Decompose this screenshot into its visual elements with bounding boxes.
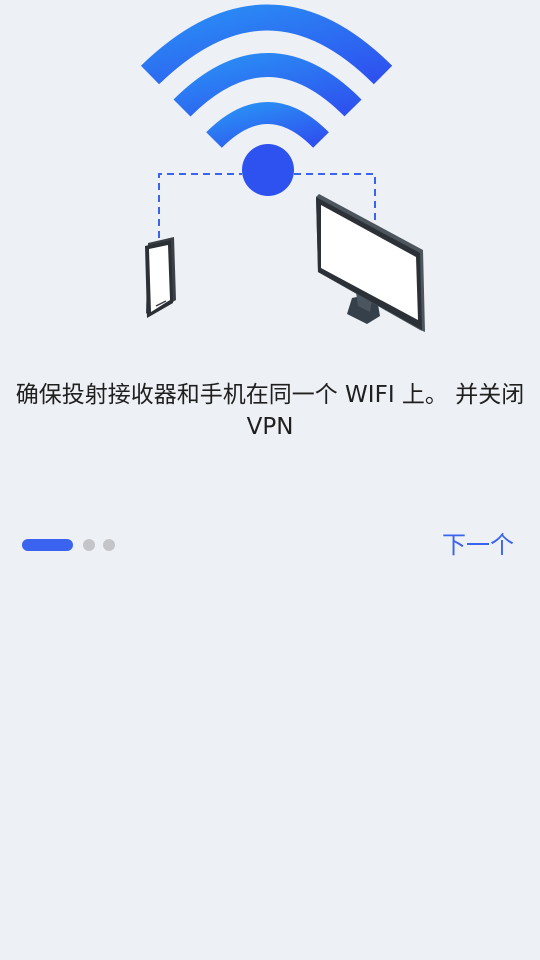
phone-icon <box>145 237 176 318</box>
wifi-connection-illustration <box>0 0 540 345</box>
page-dot <box>83 539 95 551</box>
page-dot-active <box>22 539 73 551</box>
next-button[interactable]: 下一个 <box>442 527 514 563</box>
wifi-icon <box>140 4 393 196</box>
connection-instruction: 确保投射接收器和手机在同一个 WIFI 上。 并关闭 VPN <box>15 382 525 440</box>
page-dot <box>103 539 115 551</box>
monitor-icon <box>316 194 425 332</box>
page-indicator <box>22 539 123 551</box>
